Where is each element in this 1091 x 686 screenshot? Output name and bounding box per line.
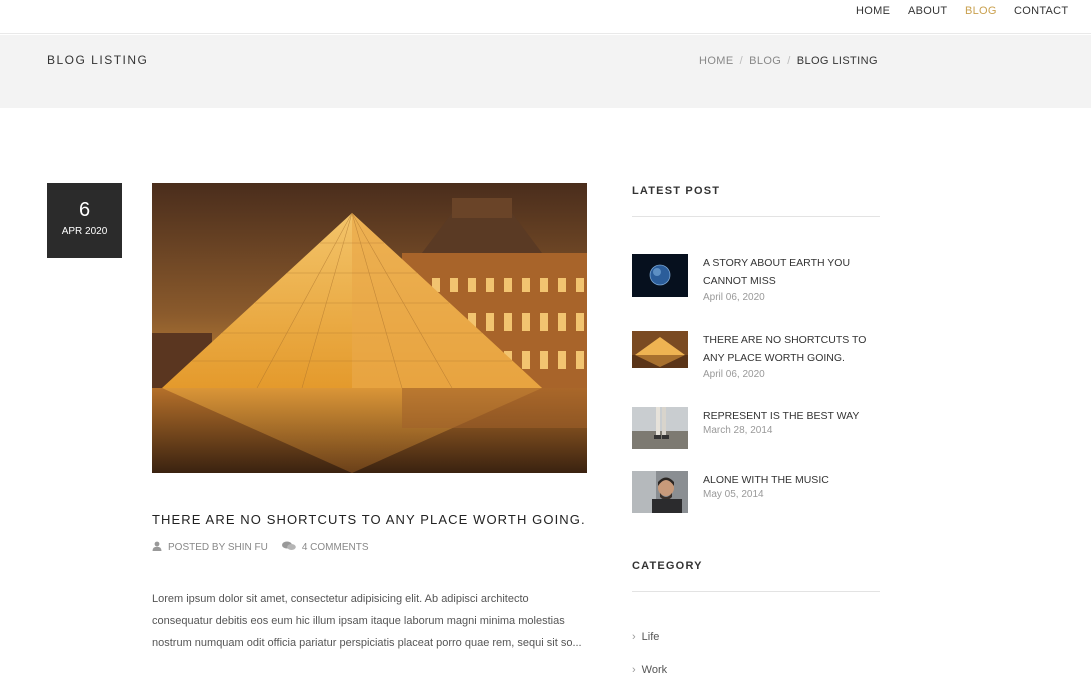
breadcrumb: HOME / BLOG / BLOG LISTING [699,55,878,67]
breadcrumb-separator: / [739,55,744,67]
nav-contact-link[interactable]: CONTACT [1014,5,1068,17]
divider [632,216,880,217]
divider [632,591,880,592]
breadcrumb-separator: / [787,55,791,67]
category-link-life[interactable]: › Life [632,631,659,643]
category-label: Work [641,664,668,676]
latest-post-heading: LATEST POST [632,185,721,197]
post-title-link[interactable]: THERE ARE NO SHORTCUTS TO ANY PLACE WORT… [152,512,586,527]
breadcrumb-home-link[interactable]: HOME [699,55,734,67]
user-icon [152,541,162,554]
post-author[interactable]: POSTED BY SHIN FU [168,542,268,553]
post-meta: POSTED BY SHIN FU 4 COMMENTS [152,541,369,554]
nav-home-link[interactable]: HOME [856,5,890,17]
category-heading: CATEGORY [632,560,703,572]
post-featured-image[interactable] [152,183,587,473]
chevron-right-icon: › [632,631,636,643]
post-date-box: 6 APR 2020 [47,183,122,258]
latest-post-thumbnail[interactable] [632,471,688,513]
chevron-right-icon: › [632,664,636,676]
latest-post-title[interactable]: ALONE WITH THE MUSIC [703,471,878,489]
latest-post-date: March 28, 2014 [703,425,773,436]
latest-post-date: April 06, 2020 [703,369,765,380]
louvre-pyramid-image [152,183,587,473]
latest-post-date: April 06, 2020 [703,292,765,303]
latest-post-date: May 05, 2014 [703,489,764,500]
latest-post-thumbnail[interactable] [632,331,688,368]
latest-post-title[interactable]: REPRESENT IS THE BEST WAY [703,407,878,425]
category-label: Life [641,631,660,643]
page-title-bar: BLOG LISTING HOME / BLOG / BLOG LISTING [0,35,1091,108]
breadcrumb-blog-link[interactable]: BLOG [749,55,781,67]
nav-blog-link[interactable]: BLOG [965,5,997,17]
top-navigation: HOME ABOUT BLOG CONTACT [0,0,1091,34]
latest-post-thumbnail[interactable] [632,254,688,297]
post-excerpt: Lorem ipsum dolor sit amet, consectetur … [152,593,582,649]
latest-post-title[interactable]: THERE ARE NO SHORTCUTS TO ANY PLACE WORT… [703,331,878,367]
latest-post-thumbnail[interactable] [632,407,688,449]
nav-about-link[interactable]: ABOUT [908,5,947,17]
post-date-month-year: APR 2020 [61,226,108,237]
category-link-work[interactable]: › Work [632,664,667,676]
breadcrumb-current: BLOG LISTING [796,55,878,67]
page-title: BLOG LISTING [47,53,149,67]
latest-post-title[interactable]: A STORY ABOUT EARTH YOU CANNOT MISS [703,254,878,290]
comments-icon [281,541,296,554]
post-comments-count[interactable]: 4 COMMENTS [302,542,369,553]
post-date-day: 6 [78,199,91,221]
